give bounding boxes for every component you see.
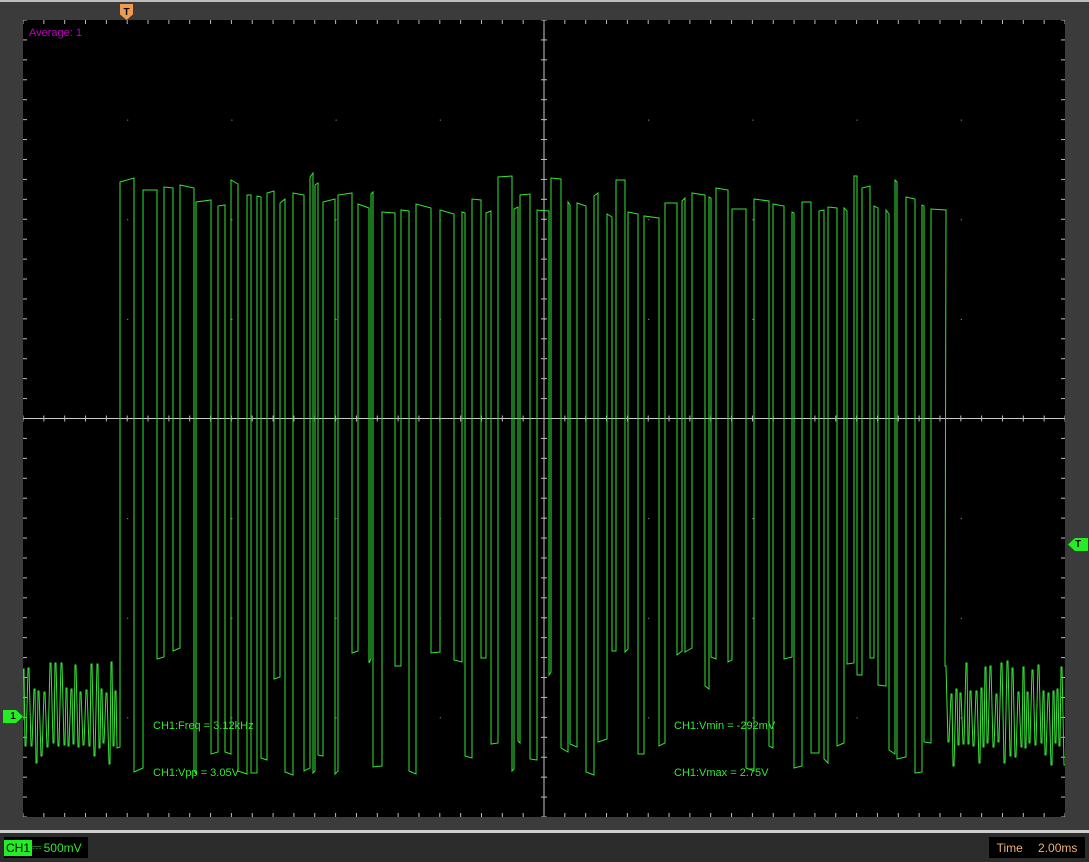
grid-dot <box>335 717 337 719</box>
grid-dot <box>231 717 233 719</box>
grid-dot <box>127 518 129 520</box>
grid-dot <box>127 119 129 121</box>
grid-dot <box>648 119 650 121</box>
grid-dot <box>231 617 233 619</box>
waveform-canvas <box>23 20 1065 817</box>
grid-dot <box>856 717 858 719</box>
grid-dot <box>127 219 129 221</box>
grid-dot <box>231 318 233 320</box>
grid-dot <box>856 119 858 121</box>
measure-vmin: CH1:Vmin = -292mV <box>674 720 776 732</box>
grid-dot <box>752 617 754 619</box>
grid-dot <box>752 518 754 520</box>
channel1-scale: 500mV <box>43 840 82 855</box>
time-value: 2.00ms <box>1038 840 1078 855</box>
time-label: Time <box>996 840 1023 855</box>
grid-dot <box>231 518 233 520</box>
measure-freq: CH1:Freq = 3.12kHz <box>153 720 254 732</box>
measure-vpp: CH1:Vpp = 3.05V <box>153 767 239 779</box>
scope-window: T T 1 Average: 1 CH1:Freq = 3.12kHz CH1:… <box>0 0 1089 830</box>
trigger-level-marker[interactable]: T <box>1068 538 1088 551</box>
grid-dot <box>960 219 962 221</box>
grid-dot <box>231 219 233 221</box>
grid-dot <box>335 119 337 121</box>
grid-dot <box>127 717 129 719</box>
grid-dot <box>752 119 754 121</box>
channel1-offset-marker[interactable]: 1 <box>3 710 23 723</box>
grid-dot <box>439 717 441 719</box>
channel1-status[interactable]: CH1 ⎓ 500mV <box>4 837 88 858</box>
timebase-status[interactable]: Time 2.00ms <box>989 837 1085 858</box>
grid-dot <box>335 518 337 520</box>
grid-dot <box>752 318 754 320</box>
grid-dot <box>335 219 337 221</box>
grid-dot <box>439 119 441 121</box>
grid-dot <box>127 617 129 619</box>
grid-dot <box>960 318 962 320</box>
status-bar: CH1 ⎓ 500mV Time 2.00ms <box>0 833 1089 862</box>
trigger-position-marker[interactable]: T <box>120 4 133 20</box>
grid-dot <box>335 617 337 619</box>
dc-coupling-icon: ⎓ <box>32 840 42 854</box>
grid-dot <box>960 518 962 520</box>
grid-dot <box>752 717 754 719</box>
average-label: Average: 1 <box>29 27 83 39</box>
measure-vmax: CH1:Vmax = 2.75V <box>674 767 769 779</box>
waveform-display <box>23 20 1065 817</box>
graticule <box>23 20 1065 817</box>
grid-dot <box>648 717 650 719</box>
grid-dot <box>960 617 962 619</box>
grid-dot <box>231 119 233 121</box>
grid-dot <box>752 219 754 221</box>
grid-dot <box>960 119 962 121</box>
grid-dot <box>335 318 337 320</box>
grid-dot <box>648 219 650 221</box>
grid-dot <box>127 318 129 320</box>
grid-dot <box>648 318 650 320</box>
grid-dot <box>648 617 650 619</box>
channel1-tag: CH1 <box>4 839 33 856</box>
grid-dot <box>648 518 650 520</box>
